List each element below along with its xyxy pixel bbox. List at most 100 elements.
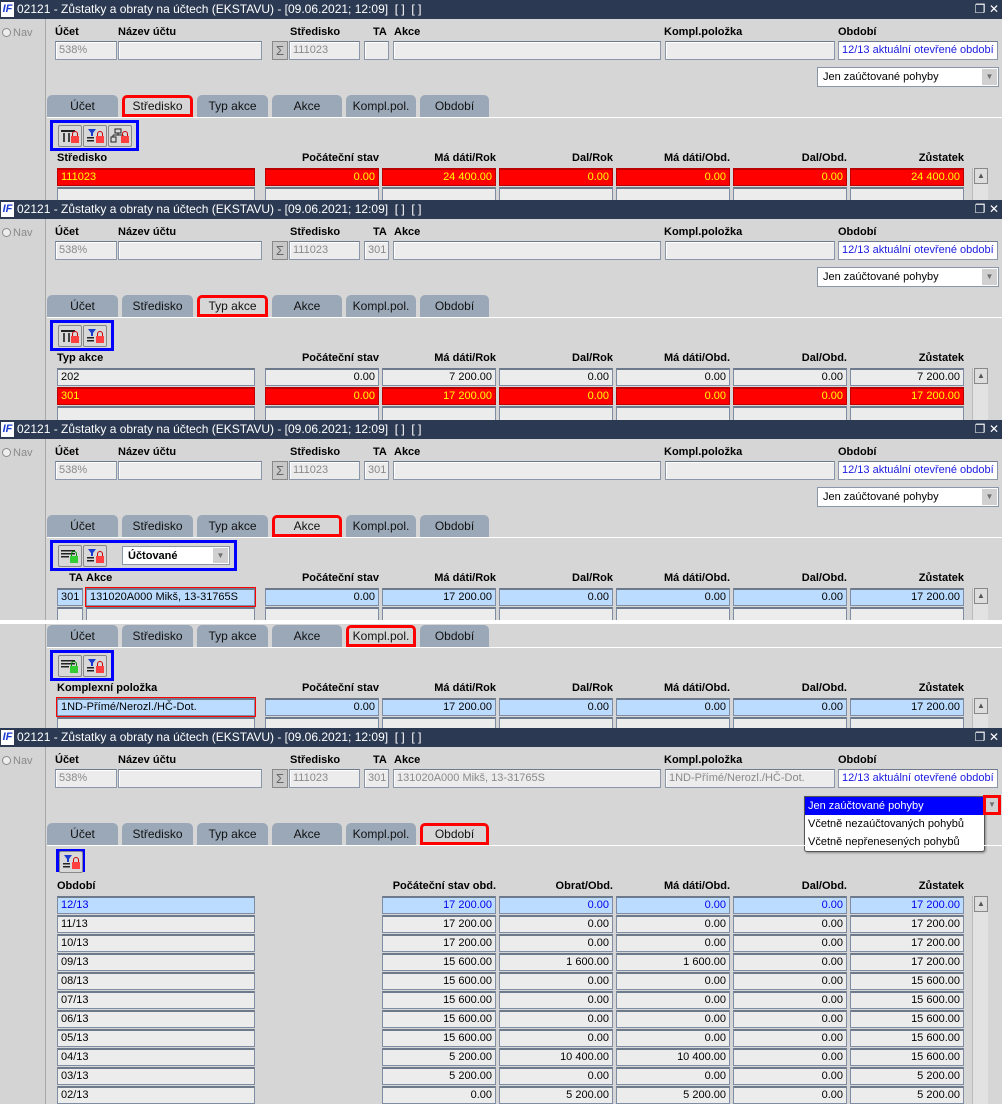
table-row[interactable]: 02/13 0.00 5 200.00 5 200.00 0.00 5 200.00 xyxy=(0,1086,970,1104)
akce-field[interactable] xyxy=(393,241,661,260)
table-cell[interactable]: 10 400.00 xyxy=(499,1048,613,1066)
table-cell[interactable]: 202 xyxy=(57,368,255,386)
table-cell[interactable]: 0.00 xyxy=(499,368,613,386)
tab-5[interactable]: Období xyxy=(420,295,489,317)
nav-radio[interactable]: Nav xyxy=(2,27,33,39)
close-window-button[interactable]: ✕ xyxy=(988,730,1000,744)
ta-field[interactable] xyxy=(364,41,389,60)
table-cell[interactable] xyxy=(616,406,730,420)
table-cell[interactable]: 15 600.00 xyxy=(850,991,964,1009)
nav-radio[interactable]: Nav xyxy=(2,755,33,767)
tab-3[interactable]: Akce xyxy=(272,295,342,317)
scroll-up-icon[interactable]: ▲ xyxy=(974,698,988,714)
table-cell[interactable]: 15 600.00 xyxy=(850,1029,964,1047)
table-cell[interactable]: 0.00 xyxy=(616,1010,730,1028)
table-cell[interactable]: 06/13 xyxy=(57,1010,255,1028)
vertical-scrollbar[interactable]: ▲ xyxy=(972,368,988,420)
columns-lock-button[interactable] xyxy=(58,125,82,147)
table-cell[interactable]: 0.00 xyxy=(499,698,613,716)
table-cell[interactable]: 0.00 xyxy=(733,368,847,386)
ucet-field[interactable]: 538% xyxy=(55,41,117,60)
tab-3[interactable]: Akce xyxy=(272,515,342,537)
chevron-down-icon[interactable]: ▼ xyxy=(213,548,228,563)
tab-2[interactable]: Typ akce xyxy=(197,625,268,647)
table-cell[interactable]: 17 200.00 xyxy=(382,588,496,606)
table-cell[interactable] xyxy=(382,187,496,200)
table-row[interactable] xyxy=(0,607,970,620)
table-cell[interactable] xyxy=(382,717,496,728)
table-cell[interactable]: 08/13 xyxy=(57,972,255,990)
tab-0[interactable]: Účet xyxy=(47,95,118,117)
ucet-field[interactable]: 538% xyxy=(55,241,117,260)
obdobi-field[interactable]: 12/13 aktuální otevřené období xyxy=(838,41,998,60)
scroll-up-icon[interactable]: ▲ xyxy=(974,896,988,912)
filter-lock-button[interactable] xyxy=(83,545,107,567)
table-cell[interactable]: 301 xyxy=(57,387,255,405)
table-row[interactable]: 09/13 15 600.00 1 600.00 1 600.00 0.00 17 200… xyxy=(0,953,970,971)
table-cell[interactable]: 0.00 xyxy=(265,698,379,716)
table-cell[interactable]: 0.00 xyxy=(499,1029,613,1047)
table-cell[interactable]: 5 200.00 xyxy=(382,1067,496,1085)
tab-5[interactable]: Období xyxy=(420,515,489,537)
table-cell[interactable] xyxy=(265,717,379,728)
table-cell[interactable] xyxy=(850,187,964,200)
table-cell[interactable] xyxy=(265,607,379,620)
nav-radio[interactable]: Nav xyxy=(2,227,33,239)
tab-1[interactable]: Středisko xyxy=(122,95,193,117)
table-cell[interactable]: 0.00 xyxy=(265,387,379,405)
table-cell[interactable]: 15 600.00 xyxy=(850,1048,964,1066)
tab-2[interactable]: Typ akce xyxy=(197,95,268,117)
toolbar-status-select[interactable]: Účtované ▼ xyxy=(122,546,230,565)
table-cell[interactable]: 0.00 xyxy=(733,1067,847,1085)
table-cell[interactable]: 0.00 xyxy=(616,991,730,1009)
table-cell[interactable]: 17 200.00 xyxy=(382,934,496,952)
table-cell[interactable]: 15 600.00 xyxy=(382,1010,496,1028)
kompl-field[interactable] xyxy=(665,41,835,60)
table-cell[interactable] xyxy=(499,717,613,728)
table-cell[interactable]: 0.00 xyxy=(733,698,847,716)
table-cell[interactable]: 1 600.00 xyxy=(499,953,613,971)
table-row[interactable]: 03/13 5 200.00 0.00 0.00 0.00 5 200.00 xyxy=(0,1067,970,1085)
table-cell[interactable]: 0.00 xyxy=(499,915,613,933)
table-cell[interactable] xyxy=(499,187,613,200)
table-cell[interactable]: 24 400.00 xyxy=(382,168,496,186)
filter-lock-button[interactable] xyxy=(83,125,107,147)
chevron-down-icon[interactable]: ▼ xyxy=(982,489,997,505)
table-cell[interactable] xyxy=(57,187,255,200)
table-cell[interactable]: 17 200.00 xyxy=(850,934,964,952)
vertical-scrollbar[interactable]: ▲ xyxy=(972,896,988,1104)
table-cell[interactable]: 0.00 xyxy=(382,1086,496,1104)
tab-1[interactable]: Středisko xyxy=(122,515,193,537)
sum-button[interactable]: Σ xyxy=(272,769,288,788)
table-cell[interactable]: 7 200.00 xyxy=(850,368,964,386)
table-cell[interactable]: 1ND-Přímé/Nerozl./HČ-Dot. xyxy=(56,697,256,717)
scroll-up-icon[interactable]: ▲ xyxy=(974,168,988,184)
table-cell[interactable]: 15 600.00 xyxy=(382,972,496,990)
table-cell[interactable]: 03/13 xyxy=(57,1067,255,1085)
table-row[interactable]: 202 0.00 7 200.00 0.00 0.00 0.00 7 200.00 xyxy=(0,368,970,386)
table-cell[interactable]: 131020A000 Mikš, 13-31765S xyxy=(85,587,256,607)
table-cell[interactable] xyxy=(616,187,730,200)
stredisko-field[interactable]: 111023 xyxy=(289,41,360,60)
tab-3[interactable]: Akce xyxy=(272,823,342,845)
ta-field[interactable]: 301 xyxy=(364,769,389,788)
tab-2[interactable]: Typ akce xyxy=(197,823,268,845)
scroll-up-icon[interactable]: ▲ xyxy=(974,368,988,384)
sum-button[interactable]: Σ xyxy=(272,461,288,480)
table-cell[interactable]: 15 600.00 xyxy=(382,1029,496,1047)
table-cell[interactable]: 24 400.00 xyxy=(850,168,964,186)
table-cell[interactable]: 0.00 xyxy=(733,896,847,914)
table-cell[interactable]: 301 xyxy=(57,588,83,606)
tab-2[interactable]: Typ akce xyxy=(197,295,268,317)
tab-5[interactable]: Období xyxy=(420,625,489,647)
table-cell[interactable] xyxy=(733,607,847,620)
tab-4[interactable]: Kompl.pol. xyxy=(346,823,416,845)
table-cell[interactable]: 0.00 xyxy=(265,168,379,186)
chevron-down-icon[interactable]: ▼ xyxy=(982,269,997,285)
obdobi-field[interactable]: 12/13 aktuální otevřené období xyxy=(838,769,998,788)
ucet-field[interactable]: 538% xyxy=(55,769,117,788)
table-cell[interactable]: 10/13 xyxy=(57,934,255,952)
table-cell[interactable]: 0.00 xyxy=(499,896,613,914)
table-cell[interactable]: 0.00 xyxy=(733,588,847,606)
ucet-field[interactable]: 538% xyxy=(55,461,117,480)
